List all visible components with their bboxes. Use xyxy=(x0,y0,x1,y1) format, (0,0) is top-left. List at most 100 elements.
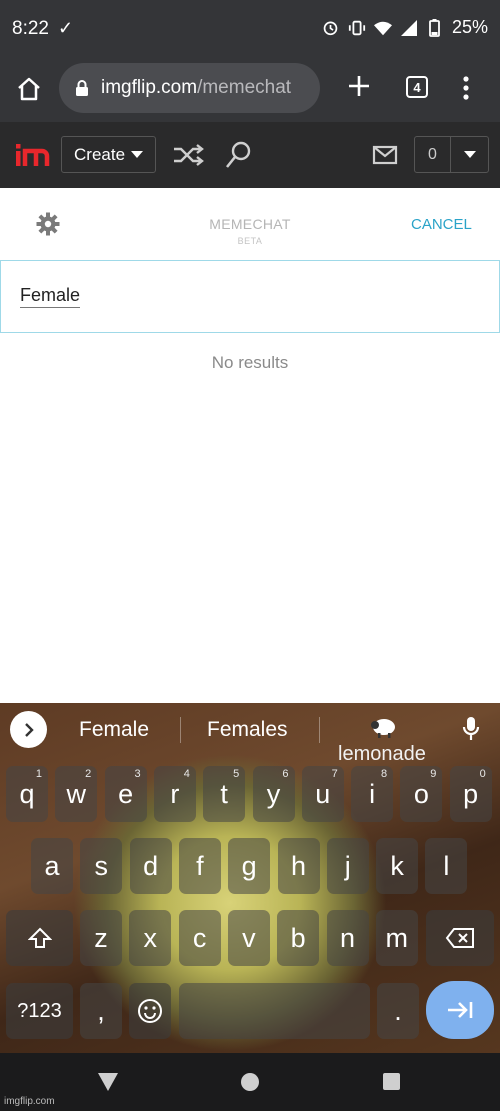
vibrate-icon xyxy=(348,19,366,37)
search-icon xyxy=(225,141,251,168)
key-r[interactable]: r4 xyxy=(153,766,196,822)
notifications-dropdown[interactable] xyxy=(451,137,488,172)
home-circle-icon[interactable] xyxy=(241,1073,259,1091)
watermark: imgflip.com xyxy=(4,1096,55,1107)
enter-key[interactable] xyxy=(426,981,494,1039)
new-tab-button[interactable] xyxy=(345,72,373,100)
key-h[interactable]: h xyxy=(277,838,320,894)
comma-key[interactable]: , xyxy=(80,983,122,1039)
tab-next-icon xyxy=(448,1002,473,1018)
space-key[interactable] xyxy=(179,983,370,1039)
suggestion-divider xyxy=(319,717,320,743)
shift-arrow-icon xyxy=(27,927,52,948)
battery-percent: 25% xyxy=(451,17,488,37)
alarm-icon xyxy=(322,19,340,37)
key-p[interactable]: p0 xyxy=(449,766,492,822)
key-k[interactable]: k xyxy=(376,838,419,894)
random-meme-button[interactable] xyxy=(172,142,206,168)
key-b[interactable]: b xyxy=(277,910,320,966)
notifications-control[interactable]: 0 xyxy=(414,136,489,173)
site-search-button[interactable] xyxy=(224,140,252,170)
voice-input-button[interactable] xyxy=(462,716,480,742)
key-hint-number: 7 xyxy=(331,768,338,780)
key-a[interactable]: a xyxy=(31,838,73,894)
key-l[interactable]: l xyxy=(425,838,468,894)
key-j[interactable]: j xyxy=(326,838,369,894)
key-c[interactable]: c xyxy=(178,910,221,966)
create-dropdown[interactable]: Create xyxy=(61,136,156,173)
kebab-menu-icon xyxy=(463,76,469,100)
keyboard-toolbar-toggle[interactable] xyxy=(10,711,47,748)
key-hint-number: 1 xyxy=(35,768,42,780)
emoji-key[interactable] xyxy=(129,983,171,1039)
tab-switcher-button[interactable]: 4 xyxy=(406,76,428,98)
key-label: r xyxy=(170,778,180,809)
mail-icon xyxy=(372,145,398,165)
recents-square-icon[interactable] xyxy=(383,1073,400,1090)
key-label: q xyxy=(19,778,35,809)
key-z[interactable]: z xyxy=(80,910,122,966)
browser-menu-button[interactable] xyxy=(456,74,476,102)
key-hint-number: 5 xyxy=(233,768,240,780)
chat-search-input[interactable]: Female xyxy=(0,260,500,333)
create-label: Create xyxy=(74,144,126,164)
key-g[interactable]: g xyxy=(228,838,271,894)
messages-button[interactable] xyxy=(372,144,398,166)
suggestion-1[interactable]: Female xyxy=(79,718,149,742)
key-label: t xyxy=(220,778,228,809)
lock-icon xyxy=(76,80,88,96)
emoji-icon xyxy=(138,999,162,1023)
key-hint-number: 8 xyxy=(380,768,388,780)
key-hint-number: 4 xyxy=(183,768,190,780)
key-hint-number: 6 xyxy=(282,768,289,780)
key-n[interactable]: n xyxy=(326,910,369,966)
key-u[interactable]: u7 xyxy=(301,766,344,822)
key-label: y xyxy=(266,778,281,809)
key-w[interactable]: w2 xyxy=(55,766,98,822)
chevron-down-icon xyxy=(131,151,144,158)
shift-key[interactable] xyxy=(6,910,73,966)
status-bar: 8:22 ✓ 25% xyxy=(0,0,500,60)
key-label: e xyxy=(118,778,134,809)
key-e[interactable]: e3 xyxy=(104,766,147,822)
key-y[interactable]: y6 xyxy=(252,766,295,822)
key-o[interactable]: o9 xyxy=(400,766,443,822)
key-q[interactable]: q1 xyxy=(6,766,48,822)
key-i[interactable]: i8 xyxy=(351,766,394,822)
key-label: p xyxy=(463,778,479,809)
period-key[interactable]: . xyxy=(377,983,419,1039)
address-bar[interactable]: imgflip.com/memechat xyxy=(59,63,320,113)
url-path: /memechat xyxy=(197,77,292,98)
shuffle-icon xyxy=(174,144,204,166)
key-v[interactable]: v xyxy=(227,910,270,966)
mic-icon xyxy=(462,717,480,740)
signal-icon xyxy=(400,19,418,37)
backspace-key[interactable] xyxy=(426,910,494,966)
notification-count[interactable]: 0 xyxy=(415,137,451,172)
symbols-key[interactable]: ?123 xyxy=(6,983,73,1039)
key-x[interactable]: x xyxy=(129,910,172,966)
sticker-suggestion-label[interactable]: lemonade xyxy=(338,743,426,766)
key-d[interactable]: d xyxy=(129,838,172,894)
suggestion-2[interactable]: Females xyxy=(207,718,288,742)
cancel-button[interactable]: CANCEL xyxy=(411,216,472,233)
beta-badge: BETA xyxy=(237,236,263,246)
key-hint-number: 2 xyxy=(85,768,92,780)
back-triangle-icon[interactable] xyxy=(97,1072,119,1092)
key-label: o xyxy=(413,778,429,809)
memechat-header: MEMECHAT BETA CANCEL xyxy=(0,188,500,260)
key-label: i xyxy=(369,778,376,809)
key-t[interactable]: t5 xyxy=(203,766,246,822)
imgflip-logo[interactable] xyxy=(14,138,50,172)
system-nav-bar xyxy=(0,1053,500,1111)
key-label: w xyxy=(66,778,87,809)
key-f[interactable]: f xyxy=(178,838,221,894)
status-time: 8:22 xyxy=(12,18,49,39)
key-m[interactable]: m xyxy=(375,910,418,966)
sheep-sticker-icon[interactable] xyxy=(369,715,397,739)
home-icon xyxy=(18,77,40,101)
key-label: u xyxy=(315,778,331,809)
home-button[interactable] xyxy=(14,74,44,104)
key-s[interactable]: s xyxy=(80,838,123,894)
wifi-icon xyxy=(373,19,392,37)
